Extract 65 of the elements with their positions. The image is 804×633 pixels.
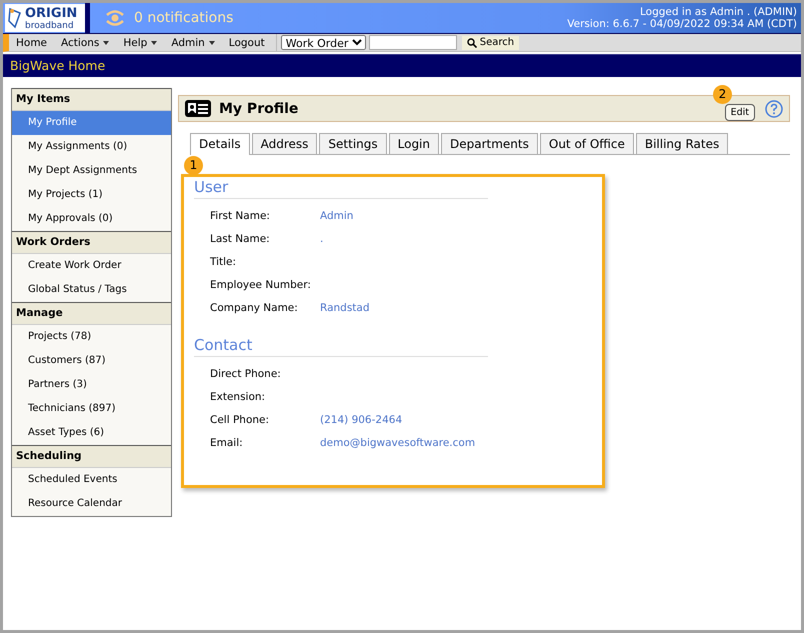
field-label: Title: — [210, 255, 238, 270]
search-button[interactable]: Search — [462, 36, 520, 50]
sidebar-item[interactable]: My Projects (1) — [12, 183, 171, 207]
field-label: Cell Phone: — [210, 413, 270, 428]
field-value: Admin — [320, 209, 354, 224]
page-banner-title: BigWave Home — [9, 57, 106, 75]
id-card-icon — [185, 100, 211, 117]
annotation-badge: 1 — [184, 156, 203, 175]
sidebar-item[interactable]: Asset Types (6) — [12, 421, 171, 445]
login-info: Logged in as Admin . (ADMIN) — [639, 6, 797, 18]
sidebar-item[interactable]: My Profile — [12, 111, 171, 135]
logo-icon — [7, 7, 23, 29]
help-icon[interactable] — [765, 100, 783, 118]
sidebar-item[interactable]: My Dept Assignments — [12, 159, 171, 183]
sidebar-section-title: Manage — [12, 302, 171, 325]
field-value: Randstad — [320, 301, 371, 316]
tab[interactable]: Details — [190, 133, 250, 155]
annotation-badge: 2 — [713, 85, 732, 104]
search-icon — [466, 38, 477, 48]
field-value: . — [320, 232, 324, 247]
field-label: Employee Number: — [210, 278, 312, 293]
logo-text: ORIGIN — [25, 6, 78, 20]
section-title: User — [194, 178, 488, 199]
sidebar-item[interactable]: My Approvals (0) — [12, 207, 171, 231]
field-value: demo@bigwavesoftware.com — [320, 436, 476, 451]
field-label: Last Name: — [210, 232, 271, 247]
menu-item[interactable]: Actions — [54, 34, 116, 51]
sidebar-item[interactable]: Technicians (897) — [12, 397, 171, 421]
menu-item[interactable]: Logout — [222, 34, 272, 51]
tab[interactable]: Out of Office — [540, 133, 634, 155]
section-title: Contact — [194, 336, 488, 357]
caret-icon — [103, 40, 110, 44]
menu-item[interactable]: Home — [9, 34, 54, 51]
tab[interactable]: Login — [388, 133, 439, 155]
menu-item[interactable]: Help — [116, 34, 164, 51]
caret-icon — [151, 40, 158, 44]
page-title: My Profile — [219, 100, 298, 116]
field-label: Company Name: — [210, 301, 299, 316]
sidebar-item[interactable]: Customers (87) — [12, 349, 171, 373]
tab[interactable]: Settings — [319, 133, 387, 155]
version-info: Version: 6.6.7 - 04/09/2022 09:34 AM (CDT) — [567, 18, 797, 30]
sidebar-item[interactable]: Partners (3) — [12, 373, 171, 397]
menu-item[interactable]: Admin — [164, 34, 222, 51]
sidebar-item[interactable]: Resource Calendar — [12, 492, 171, 516]
field-label: Extension: — [210, 390, 266, 405]
sidebar-section-title: Work Orders — [12, 231, 171, 254]
sidebar-item[interactable]: Scheduled Events — [12, 468, 171, 492]
sidebar-section-title: Scheduling — [12, 445, 171, 468]
tab[interactable]: Departments — [441, 133, 538, 155]
sidebar-item[interactable]: Global Status / Tags — [12, 278, 171, 302]
sidebar-item[interactable]: Projects (78) — [12, 325, 171, 349]
field-label: Email: — [210, 436, 244, 451]
search-field[interactable] — [368, 35, 457, 50]
field-label: Direct Phone: — [210, 367, 282, 382]
caret-icon — [208, 40, 215, 44]
edit-button[interactable]: Edit — [724, 104, 755, 121]
search-type-select[interactable]: Work Order — [280, 35, 366, 50]
sidebar-section-title: My Items — [12, 88, 171, 111]
logo-subtext: broadband — [25, 20, 75, 30]
field-value: (214) 906-2464 — [320, 413, 404, 428]
tab[interactable]: Billing Rates — [636, 133, 728, 155]
tab[interactable]: Address — [252, 133, 318, 155]
sidebar-item[interactable]: Create Work Order — [12, 254, 171, 278]
sidebar-item[interactable]: My Assignments (0) — [12, 135, 171, 159]
field-label: First Name: — [210, 209, 271, 224]
